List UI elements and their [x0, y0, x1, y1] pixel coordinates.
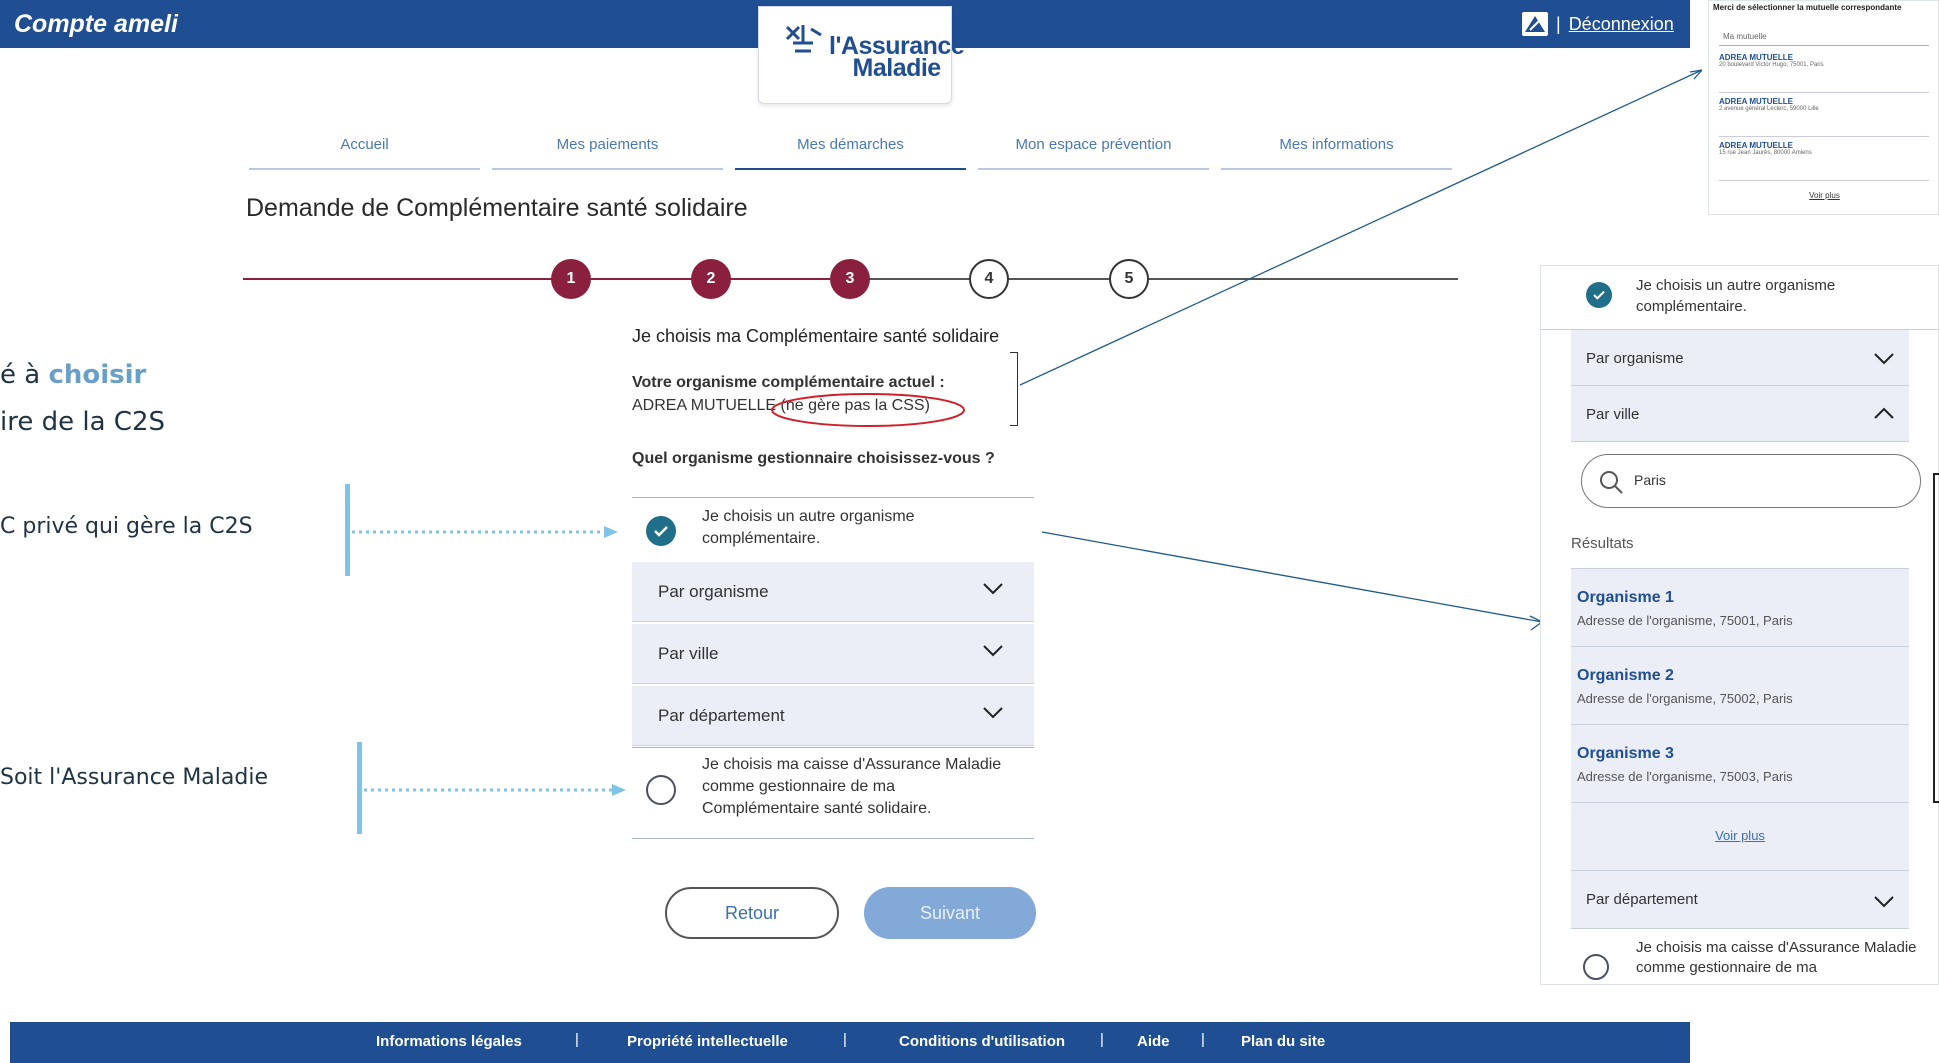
- footer-link-legal[interactable]: Informations légales: [376, 1033, 522, 1050]
- radio-checked-icon[interactable]: [1586, 282, 1612, 308]
- option-other-organism[interactable]: Je choisis un autre organisme complément…: [1541, 266, 1939, 330]
- see-more-link[interactable]: Voir plus: [1709, 191, 1939, 200]
- panel-title: Merci de sélectionner la mutuelle corres…: [1713, 3, 1902, 12]
- result-name: Organisme 1: [1577, 589, 1674, 606]
- organism-search-panel: Je choisis un autre organisme complément…: [1540, 265, 1939, 985]
- mutuelle-name: ADREA MUTUELLE: [1719, 53, 1793, 62]
- option-cpam[interactable]: Je choisis ma caisse d'Assurance Maladie…: [1541, 930, 1939, 986]
- mutuelle-item[interactable]: ADREA MUTUELLE 20 boulevard Victor Hugo,…: [1719, 53, 1929, 93]
- results-bracket: [1933, 473, 1939, 803]
- option-other-line2: complémentaire.: [1636, 298, 1747, 315]
- chevron-down-icon: [1874, 896, 1894, 908]
- footer-link-ip[interactable]: Propriété intellectuelle: [627, 1033, 788, 1050]
- accordion-by-city[interactable]: Par ville: [1571, 386, 1909, 442]
- option-other-line1: Je choisis un autre organisme: [1636, 277, 1836, 294]
- mutuelle-item[interactable]: ADREA MUTUELLE 15 rue Jean Jaurès, 80000…: [1719, 141, 1929, 181]
- mutuelle-input[interactable]: Ma mutuelle: [1719, 28, 1929, 46]
- mutuelle-name: ADREA MUTUELLE: [1719, 97, 1793, 106]
- chevron-up-icon: [1874, 407, 1894, 419]
- accordion-label: Par organisme: [1586, 350, 1684, 367]
- chevron-down-icon: [1874, 353, 1894, 365]
- footer-link-sitemap[interactable]: Plan du site: [1241, 1033, 1325, 1050]
- result-address: Adresse de l'organisme, 75003, Paris: [1577, 769, 1793, 784]
- footer: Informations légales | Propriété intelle…: [10, 1022, 1690, 1063]
- mutuelle-address: 20 boulevard Victor Hugo, 75001, Paris: [1719, 62, 1824, 68]
- footer-link-help[interactable]: Aide: [1137, 1033, 1170, 1050]
- see-more-row: Voir plus: [1571, 803, 1909, 871]
- footer-separator: |: [575, 1031, 579, 1048]
- mutuelle-item[interactable]: ADREA MUTUELLE 2 avenue général Leclerc,…: [1719, 97, 1929, 137]
- accordion-label: Par département: [1586, 891, 1698, 908]
- result-item[interactable]: Organisme 3 Adresse de l'organisme, 7500…: [1571, 725, 1909, 803]
- result-name: Organisme 3: [1577, 745, 1674, 762]
- mutuelle-address: 2 avenue général Leclerc, 59000 Lille: [1719, 106, 1819, 112]
- result-name: Organisme 2: [1577, 667, 1674, 684]
- see-more-link[interactable]: Voir plus: [1571, 828, 1909, 843]
- result-item[interactable]: Organisme 1 Adresse de l'organisme, 7500…: [1571, 569, 1909, 647]
- footer-separator: |: [1100, 1031, 1104, 1048]
- result-address: Adresse de l'organisme, 75001, Paris: [1577, 613, 1793, 628]
- results-header: Résultats: [1571, 521, 1909, 569]
- search-icon: [1600, 471, 1623, 494]
- mutuelle-name: ADREA MUTUELLE: [1719, 141, 1793, 150]
- accordion-label: Par ville: [1586, 406, 1640, 423]
- accordion-by-organism[interactable]: Par organisme: [1571, 330, 1909, 386]
- results-label: Résultats: [1571, 535, 1634, 552]
- option-cpam-line1: Je choisis ma caisse d'Assurance Maladie: [1636, 939, 1917, 956]
- search-value: Paris: [1634, 472, 1666, 488]
- accordion-by-department[interactable]: Par département: [1571, 871, 1909, 929]
- city-search-input[interactable]: Paris: [1581, 454, 1921, 508]
- result-item[interactable]: Organisme 2 Adresse de l'organisme, 7500…: [1571, 647, 1909, 725]
- result-address: Adresse de l'organisme, 75002, Paris: [1577, 691, 1793, 706]
- footer-link-terms[interactable]: Conditions d'utilisation: [899, 1033, 1065, 1050]
- radio-empty-icon[interactable]: [1583, 954, 1609, 980]
- mutuelle-address: 15 rue Jean Jaurès, 80000 Amiens: [1719, 150, 1812, 156]
- footer-separator: |: [843, 1031, 847, 1048]
- option-cpam-line2: comme gestionnaire de ma: [1636, 959, 1817, 976]
- footer-separator: |: [1201, 1031, 1205, 1048]
- mutuelle-list-panel: Merci de sélectionner la mutuelle corres…: [1708, 0, 1939, 215]
